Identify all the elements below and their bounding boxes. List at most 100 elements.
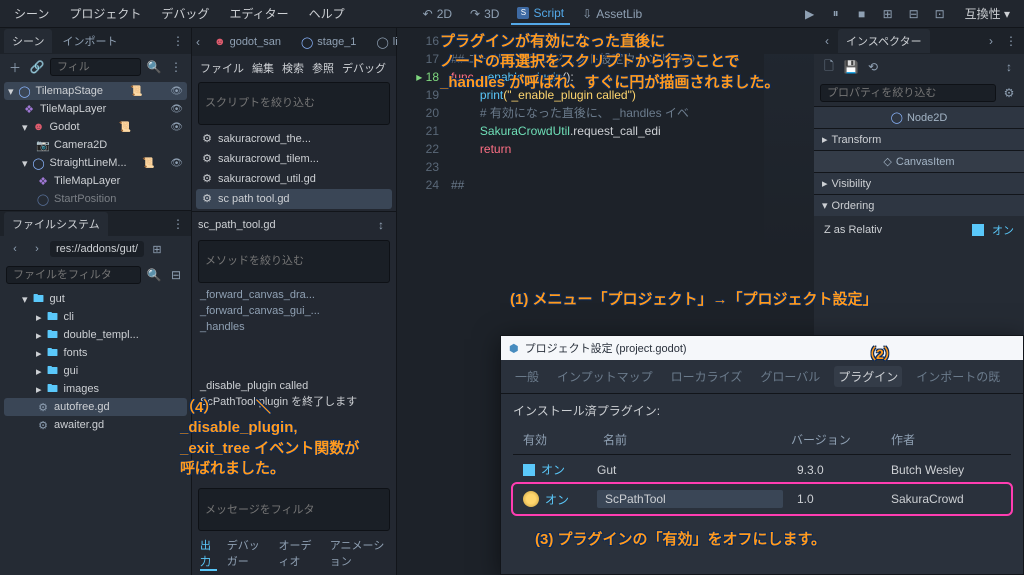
tab-prev-icon[interactable]: ‹ [818, 32, 836, 50]
menu-scene[interactable]: シーン [6, 2, 57, 25]
section-visibility[interactable]: ▸ Visibility [814, 172, 1024, 194]
visibility-icon[interactable]: 👁 [170, 158, 183, 169]
mode-assetlib[interactable]: ⇩ AssetLib [576, 4, 648, 24]
mode-3d[interactable]: ↷ 3D [464, 4, 505, 24]
renderer-dropdown[interactable]: 互換性 ▾ [957, 2, 1018, 25]
script-item[interactable]: ⚙sakuracrowd_tilem... [196, 149, 392, 169]
nav-back-icon[interactable]: ‹ [6, 240, 24, 258]
menu-help[interactable]: ヘルプ [301, 2, 353, 25]
mode-2d[interactable]: ↶ 2D [417, 4, 458, 24]
script-icon[interactable]: 📜 [130, 86, 142, 97]
plugin-checkbox[interactable] [523, 491, 539, 507]
nav-fwd-icon[interactable]: › [28, 240, 46, 258]
section-transform[interactable]: ▸ Transform [814, 128, 1024, 150]
dialog-tab-general[interactable]: 一般 [511, 366, 543, 387]
search-icon[interactable]: 🔍 [145, 266, 163, 284]
expand-icon[interactable]: ↕ [1000, 58, 1018, 76]
tab-filesystem[interactable]: ファイルシステム [4, 212, 108, 236]
fs-folder[interactable]: ▸🖿cli [4, 308, 187, 326]
dock-menu-icon[interactable]: ⋮ [169, 215, 187, 233]
play-custom-icon[interactable]: ⊡ [931, 5, 949, 23]
tab-audio[interactable]: オーディオ [279, 537, 320, 571]
more-icon[interactable]: ⋮ [167, 58, 185, 76]
fs-folder[interactable]: ▸🖿gui [4, 362, 187, 380]
fs-folder[interactable]: ▸🖿double_templ... [4, 326, 187, 344]
script-item[interactable]: ⚙sakuracrowd_util.gd [196, 169, 392, 189]
fs-path-chip[interactable]: res://addons/gut/ [50, 241, 144, 257]
visibility-icon[interactable]: 👁 [170, 104, 183, 115]
menu-search[interactable]: 検索 [282, 60, 304, 76]
script-filter-input[interactable] [198, 82, 390, 125]
scene-node-startpos[interactable]: ◯ StartPosition [4, 190, 187, 208]
plugin-checkbox[interactable] [523, 464, 535, 476]
fs-split-icon[interactable]: ⊞ [148, 240, 166, 258]
output-filter-input[interactable] [198, 488, 390, 531]
dialog-tab-import[interactable]: インポートの既 [912, 366, 1004, 387]
script-icon[interactable]: 📜 [142, 158, 154, 169]
property-filter-input[interactable] [820, 84, 996, 102]
scene-node-godot[interactable]: ▾☻ Godot 📜 👁 [4, 118, 187, 136]
visibility-icon[interactable]: 👁 [170, 122, 183, 133]
tab-inspector[interactable]: インスペクター [838, 29, 930, 53]
script-item[interactable]: ⚙sc path tool.gd [196, 189, 392, 209]
filter-icon[interactable]: ⚙ [1000, 84, 1018, 102]
plugin-row[interactable]: オン Gut 9.3.0 Butch Wesley [513, 455, 1011, 484]
history-back-icon[interactable]: 🗋 [820, 58, 838, 76]
tab-next-icon[interactable]: › [982, 32, 1000, 50]
fs-filter-input[interactable] [6, 266, 141, 284]
stop-icon[interactable]: ■ [853, 5, 871, 23]
history-fwd-icon[interactable]: 💾 [842, 58, 860, 76]
section-canvasitem[interactable]: ◇ CanvasItem [814, 150, 1024, 172]
checkbox[interactable] [972, 224, 984, 236]
play-scene-icon[interactable]: ⊟ [905, 5, 923, 23]
method-item[interactable]: _forward_canvas_gui_... [196, 303, 392, 319]
script-icon[interactable]: 📜 [119, 122, 131, 133]
play-icon[interactable]: ▶ [801, 5, 819, 23]
add-node-icon[interactable]: ＋ [6, 58, 24, 76]
menu-goto[interactable]: 参照 [312, 60, 334, 76]
pause-icon[interactable]: ⏸ [827, 5, 845, 23]
dialog-tab-localize[interactable]: ローカライズ [667, 366, 747, 387]
class-header[interactable]: ◯ Node2D [814, 106, 1024, 128]
tab-import[interactable]: インポート [54, 29, 125, 53]
tab-prev-icon[interactable]: ‹ [196, 33, 200, 51]
plugin-row[interactable]: オン ScPathTool 1.0 SakuraCrowd [513, 484, 1011, 514]
menu-debug[interactable]: デバッグ [153, 2, 217, 25]
script-item[interactable]: ⚙sakuracrowd_the... [196, 129, 392, 149]
fs-file[interactable]: ⚙autofree.gd [4, 398, 187, 416]
tab-scene[interactable]: シーン [4, 29, 52, 53]
remote-icon[interactable]: ⊞ [879, 5, 897, 23]
menu-debug2[interactable]: デバッグ [342, 60, 386, 76]
open-scene-tab[interactable]: ☻godot_san [208, 33, 287, 51]
fs-mode-icon[interactable]: ⊟ [167, 266, 185, 284]
open-scene-tab[interactable]: ◯stage_1 [295, 33, 362, 52]
menu-file[interactable]: ファイル [200, 60, 244, 76]
history-icon[interactable]: ⟲ [864, 58, 882, 76]
minimap[interactable] [764, 54, 814, 254]
section-ordering[interactable]: ▾ Ordering [814, 194, 1024, 216]
fs-folder[interactable]: ▾🖿gut [4, 290, 187, 308]
method-filter-input[interactable] [198, 240, 390, 283]
fs-file[interactable]: ⚙awaiter.gd [4, 416, 187, 434]
dialog-tab-global[interactable]: グローバル [756, 366, 824, 387]
scene-filter-input[interactable] [50, 58, 141, 76]
method-item[interactable]: _handles [196, 319, 392, 335]
menu-editor[interactable]: エディター [221, 2, 296, 25]
tab-animation[interactable]: アニメーション [330, 537, 388, 571]
sort-icon[interactable]: ↕ [372, 216, 390, 234]
dialog-titlebar[interactable]: ⬢ プロジェクト設定 (project.godot) [501, 336, 1023, 360]
dialog-tab-plugins[interactable]: プラグイン [834, 366, 902, 387]
scene-node-tilemaplayer[interactable]: ❖ TileMapLayer 👁 [4, 100, 187, 118]
link-icon[interactable]: 🔗 [28, 58, 46, 76]
mode-script[interactable]: S Script [511, 3, 570, 25]
dock-menu-icon[interactable]: ⋮ [169, 32, 187, 50]
search-icon[interactable]: 🔍 [145, 58, 163, 76]
scene-node-straightline[interactable]: ▾◯ StraightLineM... 📜 👁 [4, 154, 187, 172]
method-item[interactable]: _forward_canvas_dra... [196, 287, 392, 303]
tab-debugger[interactable]: デバッガー [227, 537, 269, 571]
menu-edit[interactable]: 編集 [252, 60, 274, 76]
tab-output[interactable]: 出力 [200, 537, 217, 571]
dock-menu-icon[interactable]: ⋮ [1002, 32, 1020, 50]
fs-folder[interactable]: ▸🖿images [4, 380, 187, 398]
dialog-tab-inputmap[interactable]: インプットマップ [553, 366, 657, 387]
